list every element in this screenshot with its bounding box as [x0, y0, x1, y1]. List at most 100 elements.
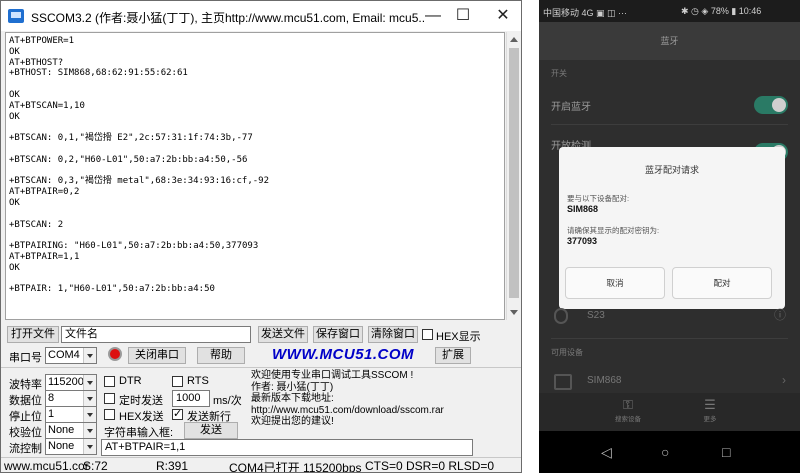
- menu-icon: ☰: [704, 397, 716, 412]
- section-switch: 开关: [551, 69, 567, 78]
- help-button[interactable]: 帮助: [197, 347, 245, 364]
- chevron-down-icon: [83, 375, 96, 390]
- pair-with-text: 要与以下设备配对:: [567, 194, 630, 203]
- close-button[interactable]: ✕: [485, 1, 521, 31]
- welcome-info: 欢迎使用专业串口调试工具SSCOM ! 作者: 聂小猛(丁丁) 最新版本下载地址…: [251, 370, 444, 427]
- interval-unit: ms/次: [213, 395, 242, 407]
- title-bar[interactable]: SSCOM3.2 (作者:聂小猛(丁丁), 主页http://www.mcu51…: [1, 1, 521, 31]
- dtr-label: DTR: [119, 375, 142, 387]
- bluetooth-toggle[interactable]: [754, 96, 788, 114]
- dialog-title: 蓝牙配对请求: [644, 165, 699, 175]
- sscom-window: SSCOM3.2 (作者:聂小猛(丁丁), 主页http://www.mcu51…: [0, 0, 522, 473]
- expand-button[interactable]: 扩展: [435, 347, 471, 364]
- pairing-dialog: 蓝牙配对请求 要与以下设备配对: SIM868 请确保其显示的配对密钥为: 37…: [559, 147, 785, 309]
- bottom-tabbar: ⚿ 搜索设备 ☰ 更多: [539, 393, 800, 431]
- section-available: 可用设备: [551, 348, 583, 357]
- timed-send-checkbox[interactable]: [104, 393, 115, 404]
- info-icon[interactable]: ⓘ: [774, 306, 786, 323]
- baud-select[interactable]: 115200: [45, 374, 97, 391]
- rts-checkbox[interactable]: [172, 376, 183, 387]
- bt-toggle-label: 开启蓝牙: [551, 102, 591, 113]
- status-port: COM4已打开 115200bps: [229, 461, 362, 473]
- android-nav-bar: ◁ ○ □: [539, 431, 800, 473]
- scan-icon: ⚿: [623, 397, 633, 412]
- home-icon[interactable]: ○: [661, 444, 669, 460]
- vertical-scrollbar[interactable]: [506, 32, 521, 320]
- scroll-down-icon[interactable]: [510, 310, 518, 315]
- send-newline-checkbox[interactable]: [172, 407, 183, 420]
- phone-status-bar: 中国移动 4G ▣ ◫ ··· ✱ ◷ ◈ 78% ▮ 10:46: [539, 0, 800, 22]
- scroll-thumb[interactable]: [509, 48, 519, 298]
- available-device-name[interactable]: SIM868: [587, 375, 621, 386]
- status-lines: CTS=0 DSR=0 RLSD=0: [365, 459, 495, 473]
- port-select[interactable]: COM4: [45, 347, 97, 364]
- pair-button[interactable]: 配对: [672, 267, 772, 299]
- back-icon[interactable]: ◁: [601, 444, 612, 461]
- hex-display-label: HEX显示: [436, 331, 481, 343]
- cancel-button[interactable]: 取消: [565, 267, 665, 299]
- chevron-down-icon: [83, 407, 96, 422]
- confirm-key-text: 请确保其显示的配对密钥为:: [567, 226, 660, 235]
- baud-label: 波特率: [9, 379, 42, 391]
- status-sent: S:72: [83, 459, 108, 473]
- stopbits-value: 1: [48, 408, 55, 420]
- status-received: R:391: [156, 459, 189, 473]
- divider: [1, 367, 521, 368]
- chevron-down-icon: [83, 439, 96, 454]
- brand-link[interactable]: WWW.MCU51.COM: [272, 346, 414, 363]
- parity-select[interactable]: None: [45, 422, 97, 439]
- recents-icon[interactable]: □: [722, 444, 730, 460]
- device-icon: [554, 374, 572, 390]
- baud-value: 115200: [48, 376, 84, 388]
- chevron-down-icon: [83, 391, 96, 406]
- app-icon: [8, 9, 24, 23]
- filename-field[interactable]: 文件名: [61, 326, 251, 343]
- status-bar: www.mcu51.cor S:72 R:391 COM4已打开 115200b…: [1, 457, 521, 473]
- clear-window-button[interactable]: 清除窗口: [368, 326, 418, 343]
- port-label: 串口号: [9, 352, 42, 364]
- scan-tab-label: 搜索设备: [615, 416, 641, 423]
- send-input[interactable]: AT+BTPAIR=1,1: [101, 439, 473, 456]
- input-label: 字符串输入框:: [104, 427, 174, 439]
- phone-screen: 中国移动 4G ▣ ◫ ··· ✱ ◷ ◈ 78% ▮ 10:46 蓝牙 开关 …: [539, 0, 800, 473]
- send-file-button[interactable]: 发送文件: [258, 326, 308, 343]
- divider: [551, 338, 788, 339]
- flow-value: None: [48, 440, 75, 452]
- hex-send-checkbox[interactable]: [104, 409, 115, 420]
- carrier-info: 中国移动 4G ▣ ◫ ···: [543, 8, 628, 18]
- timed-send-label: 定时发送: [119, 395, 163, 407]
- save-window-button[interactable]: 保存窗口: [313, 326, 363, 343]
- bluetooth-title: 蓝牙: [539, 22, 800, 60]
- flow-select[interactable]: None: [45, 438, 97, 455]
- maximize-button[interactable]: ☐: [445, 1, 481, 31]
- close-port-button[interactable]: 关闭串口: [128, 347, 186, 364]
- receive-terminal[interactable]: AT+BTPOWER=1 OK AT+BTHOST? +BTHOST: SIM8…: [5, 32, 505, 320]
- interval-field[interactable]: 1000: [172, 390, 210, 407]
- paired-device-name[interactable]: S23: [587, 310, 605, 321]
- parity-value: None: [48, 424, 75, 436]
- status-site[interactable]: www.mcu51.cor: [4, 459, 89, 472]
- stopbits-select[interactable]: 1: [45, 406, 97, 423]
- parity-label: 校验位: [9, 427, 42, 439]
- flow-label: 流控制: [9, 443, 42, 455]
- hex-send-label: HEX发送: [119, 411, 164, 423]
- databits-value: 8: [48, 392, 55, 404]
- databits-label: 数据位: [9, 395, 42, 407]
- port-value: COM4: [48, 349, 80, 361]
- hex-display-checkbox[interactable]: [422, 329, 433, 340]
- chevron-down-icon: [83, 423, 96, 438]
- device-name: SIM868: [567, 204, 599, 214]
- rts-label: RTS: [187, 375, 209, 387]
- more-tab[interactable]: ☰ 更多: [675, 397, 745, 423]
- dtr-checkbox[interactable]: [104, 376, 115, 387]
- send-button[interactable]: 发送: [184, 422, 238, 439]
- divider: [551, 124, 788, 125]
- scan-tab[interactable]: ⚿ 搜索设备: [593, 397, 663, 423]
- chevron-down-icon: [83, 348, 96, 363]
- chevron-right-icon[interactable]: ›: [782, 373, 786, 387]
- port-status-icon: [108, 347, 122, 361]
- databits-select[interactable]: 8: [45, 390, 97, 407]
- scroll-up-icon[interactable]: [510, 37, 518, 42]
- status-icons: ✱ ◷ ◈ 78% ▮ 10:46: [681, 6, 762, 16]
- open-file-button[interactable]: 打开文件: [7, 326, 59, 343]
